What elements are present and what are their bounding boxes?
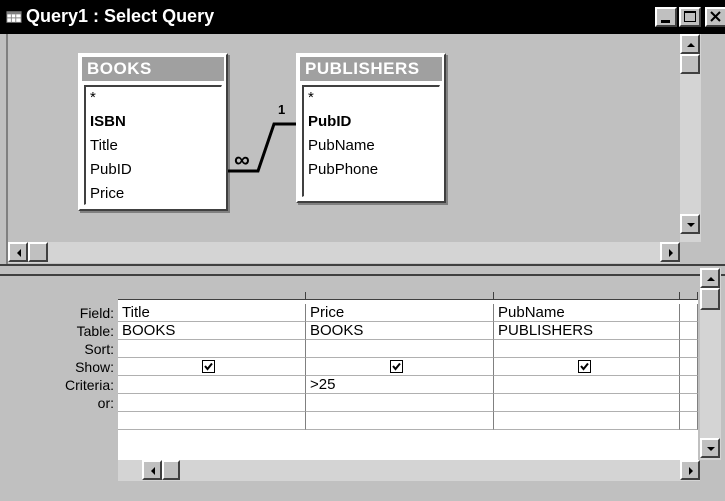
or-cell[interactable] (306, 394, 494, 412)
arrow-down-icon (707, 447, 715, 451)
field-cell[interactable]: Title (118, 304, 306, 322)
show-cell (306, 358, 494, 376)
maximize-button[interactable] (679, 7, 701, 27)
table-pane-hscroll[interactable] (8, 242, 680, 263)
sort-cell[interactable] (494, 340, 680, 358)
checkmark-icon (392, 362, 401, 371)
empty-cell[interactable] (306, 412, 494, 430)
empty-cell[interactable] (680, 394, 698, 412)
scroll-right-button[interactable] (680, 460, 700, 480)
checkmark-icon (580, 362, 589, 371)
minimize-button[interactable] (655, 7, 677, 27)
arrow-down-icon (687, 223, 695, 227)
row-label-table: Table: (76, 323, 114, 339)
or-cell[interactable] (494, 394, 680, 412)
relationship-many-label: ∞ (234, 147, 250, 172)
pane-splitter[interactable] (0, 264, 725, 276)
row-label-sort: Sort: (84, 341, 114, 357)
criteria-cell[interactable] (118, 376, 306, 394)
empty-cell[interactable] (680, 322, 698, 340)
show-checkbox[interactable] (578, 360, 591, 373)
row-label-field: Field: (79, 305, 114, 321)
scroll-thumb[interactable] (28, 242, 48, 262)
row-label-criteria: Criteria: (64, 377, 114, 393)
sort-cell[interactable] (306, 340, 494, 358)
arrow-right-icon (689, 467, 693, 475)
empty-cell[interactable] (680, 376, 698, 394)
grid-vscroll[interactable] (700, 268, 721, 460)
row-label-show: Show: (75, 359, 114, 375)
column-selector[interactable] (680, 292, 698, 300)
scroll-thumb[interactable] (680, 54, 700, 74)
table-cell[interactable]: PUBLISHERS (494, 322, 680, 340)
criteria-cell[interactable] (494, 376, 680, 394)
scroll-left-button[interactable] (142, 460, 162, 480)
scroll-thumb[interactable] (162, 460, 180, 480)
query-window: Query1 : Select Query BOOKS * ISBN Title… (0, 0, 725, 501)
scroll-up-button[interactable] (700, 268, 720, 288)
maximize-icon (684, 11, 696, 22)
scroll-thumb[interactable] (700, 288, 720, 310)
scroll-down-button[interactable] (700, 438, 720, 458)
show-checkbox[interactable] (202, 360, 215, 373)
arrow-left-icon (17, 249, 21, 257)
field-cell[interactable]: PubName (494, 304, 680, 322)
scroll-down-button[interactable] (680, 214, 700, 234)
column-selector[interactable] (494, 292, 680, 300)
table-cell[interactable]: BOOKS (306, 322, 494, 340)
field-cell[interactable]: Price (306, 304, 494, 322)
sort-cell[interactable] (118, 340, 306, 358)
scroll-up-button[interactable] (680, 34, 700, 54)
minimize-icon (661, 20, 670, 23)
scroll-left-button[interactable] (8, 242, 28, 262)
column-selector[interactable] (306, 292, 494, 300)
scroll-right-button[interactable] (660, 242, 680, 262)
show-cell (494, 358, 680, 376)
show-cell (118, 358, 306, 376)
window-title: Query1 : Select Query (26, 6, 215, 26)
grid-hscroll[interactable] (118, 460, 700, 481)
table-pane-vscroll[interactable] (680, 34, 701, 242)
arrow-left-icon (151, 467, 155, 475)
checkmark-icon (204, 362, 213, 371)
arrow-right-icon (669, 249, 673, 257)
empty-cell[interactable] (680, 304, 698, 322)
or-cell[interactable] (118, 394, 306, 412)
query-icon (6, 11, 22, 23)
close-icon (710, 11, 721, 22)
title-bar[interactable]: Query1 : Select Query (0, 0, 725, 34)
relationship-line[interactable] (8, 34, 701, 264)
arrow-up-icon (707, 277, 715, 281)
empty-cell[interactable] (118, 412, 306, 430)
relationship-one-label: 1 (278, 102, 286, 117)
empty-cell[interactable] (494, 412, 680, 430)
close-button[interactable] (705, 7, 725, 27)
empty-cell[interactable] (680, 412, 698, 430)
show-checkbox[interactable] (390, 360, 403, 373)
row-label-or: or: (97, 395, 114, 411)
table-cell[interactable]: BOOKS (118, 322, 306, 340)
empty-cell[interactable] (680, 340, 698, 358)
empty-cell[interactable] (680, 358, 698, 376)
table-pane: BOOKS * ISBN Title PubID Price PUBLISHER… (6, 34, 701, 264)
column-selector[interactable] (118, 292, 306, 300)
arrow-up-icon (687, 43, 695, 47)
criteria-cell[interactable]: >25 (306, 376, 494, 394)
